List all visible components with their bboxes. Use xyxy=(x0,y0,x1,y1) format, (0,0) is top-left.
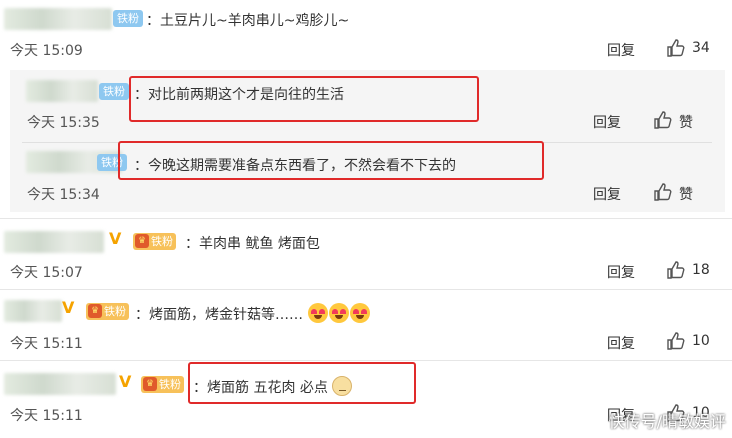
username-blurred[interactable] xyxy=(26,80,98,102)
thumbs-up-icon[interactable] xyxy=(666,331,686,351)
comment-time: 今天 15:34 xyxy=(27,187,100,203)
username-blurred[interactable] xyxy=(4,231,104,253)
thumbs-up-icon[interactable] xyxy=(653,110,673,130)
reply-button[interactable]: 回复 xyxy=(607,262,635,282)
comment-text: ：烤面筋，烤金针菇等…… xyxy=(135,303,371,324)
reply-button[interactable]: 回复 xyxy=(607,40,635,60)
username-blurred[interactable] xyxy=(4,8,112,30)
comment-time: 今天 15:11 xyxy=(10,408,83,424)
verified-v-icon: V xyxy=(62,298,75,317)
comment-time: 今天 15:09 xyxy=(10,43,83,59)
comment-4: V ♛ 铁粉 ：羊肉串 鱿鱼 烤面包 今天 15:07 回复 18 xyxy=(0,219,732,289)
username-blurred[interactable] xyxy=(4,373,116,395)
thumbs-up-icon[interactable] xyxy=(653,182,673,202)
comment-time: 今天 15:11 xyxy=(10,336,83,352)
reply-button[interactable]: 回复 xyxy=(607,333,635,353)
comment-time: 今天 15:07 xyxy=(10,265,83,281)
badge-label: 铁粉 xyxy=(151,235,173,248)
crown-icon: ♛ xyxy=(135,234,149,248)
tiefen-badge: 铁粉 xyxy=(113,10,143,27)
verified-v-icon: V xyxy=(119,372,132,391)
like-label[interactable]: 赞 xyxy=(679,112,693,132)
comment-text-body: ：烤面筋，烤金针菇等…… xyxy=(135,307,303,323)
comment-text: ：土豆片儿~羊肉串儿~鸡胗儿~ xyxy=(146,13,350,29)
reply-button[interactable]: 回复 xyxy=(593,112,621,132)
like-label[interactable]: 赞 xyxy=(679,184,693,204)
thumbs-up-icon[interactable] xyxy=(666,38,686,58)
comment-5: V ♛ 铁粉 ：烤面筋，烤金针菇等…… 今天 15:11 回复 10 xyxy=(0,290,732,360)
tiefen-badge: ♛ 铁粉 xyxy=(86,303,129,320)
heart-eyes-emoji-icon xyxy=(308,303,329,323)
reply-button[interactable]: 回复 xyxy=(593,184,621,204)
tiefen-badge: 铁粉 xyxy=(99,83,129,100)
heart-eyes-emoji-icon xyxy=(350,303,371,323)
verified-v-icon: V xyxy=(109,229,122,248)
comment-1: 铁粉 ：土豆片儿~羊肉串儿~鸡胗儿~ 今天 15:09 回复 34 xyxy=(0,0,732,64)
badge-label: 铁粉 xyxy=(159,378,181,391)
crown-icon: ♛ xyxy=(143,377,157,391)
watermark: 快传号/晴敏娱评 xyxy=(608,412,726,431)
heart-eyes-emoji-icon xyxy=(329,303,350,323)
comment-text: ：羊肉串 鱿鱼 烤面包 xyxy=(185,236,320,252)
crown-icon: ♛ xyxy=(88,304,102,318)
username-blurred[interactable] xyxy=(4,300,62,322)
comment-time: 今天 15:35 xyxy=(27,115,100,131)
like-count: 10 xyxy=(692,333,710,349)
like-count: 34 xyxy=(692,40,710,56)
highlight-box xyxy=(118,141,544,180)
thumbs-up-icon[interactable] xyxy=(666,260,686,280)
highlight-box xyxy=(129,76,479,122)
tiefen-badge: ♛ 铁粉 xyxy=(141,376,184,393)
tiefen-badge: ♛ 铁粉 xyxy=(133,233,176,250)
highlight-box xyxy=(188,362,416,404)
badge-label: 铁粉 xyxy=(104,305,126,318)
like-count: 18 xyxy=(692,262,710,278)
